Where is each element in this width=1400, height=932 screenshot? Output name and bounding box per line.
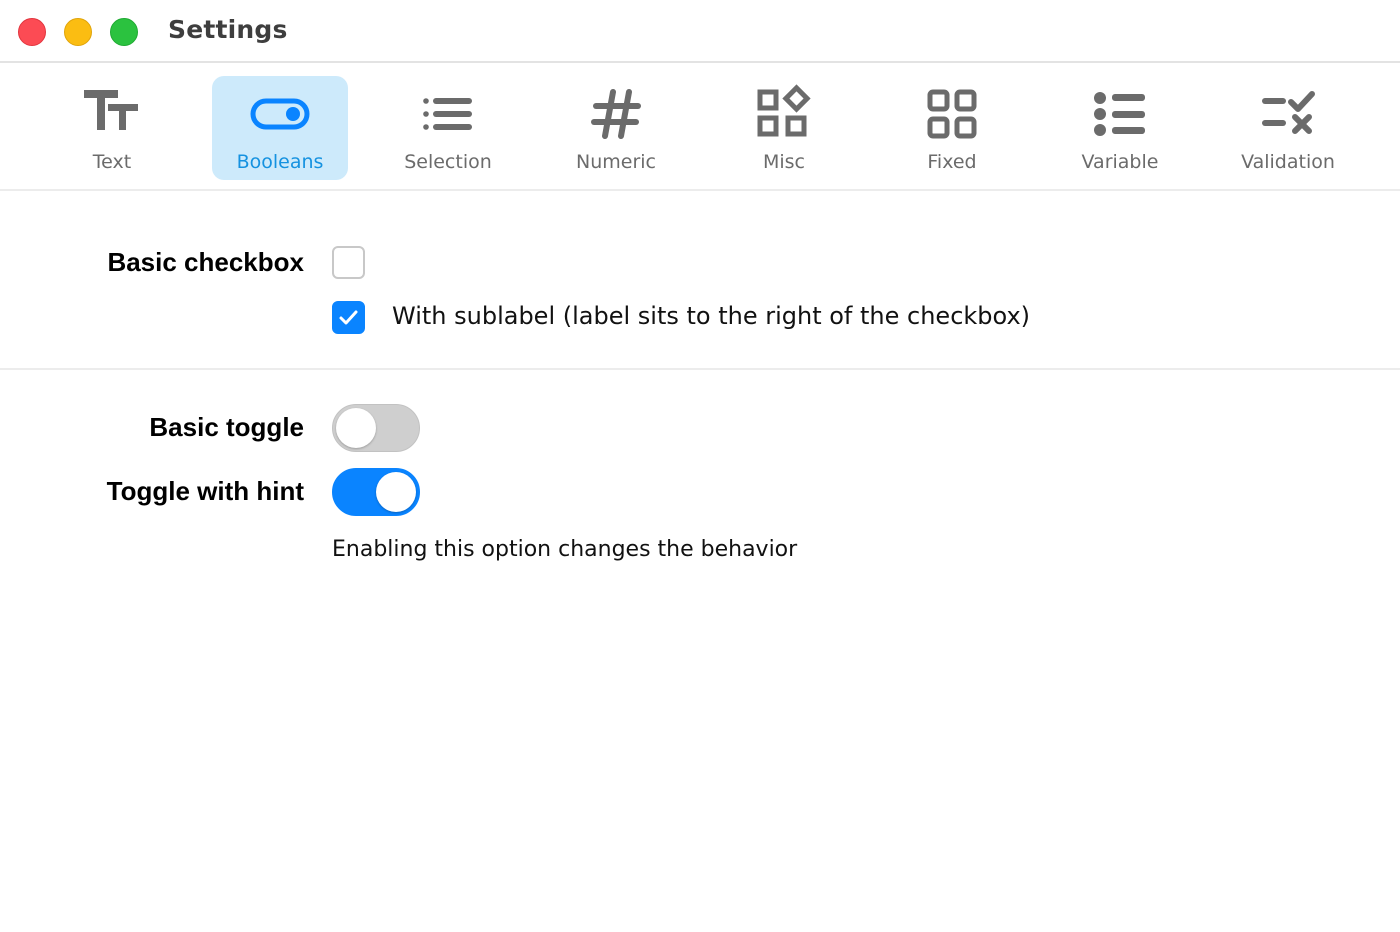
tab-label: Validation [1241,151,1335,173]
tab-fixed[interactable]: Fixed [884,76,1020,180]
basic-toggle-label: Basic toggle [149,412,304,442]
window-title: Settings [168,15,288,44]
bullet-list-icon [1090,84,1150,144]
tab-text[interactable]: Text [44,76,180,180]
validation-icon [1258,84,1318,144]
hint-toggle[interactable] [332,468,420,516]
tab-label: Text [92,151,132,173]
tab-label: Booleans [236,151,324,173]
tab-validation[interactable]: Validation [1220,76,1356,180]
tab-misc[interactable]: Misc [716,76,852,180]
tab-label: Numeric [576,151,656,173]
grid-icon [922,84,982,144]
close-window-button[interactable] [18,18,46,46]
sublabel-checkbox[interactable] [332,301,365,334]
toggle-with-hint-label: Toggle with hint [106,476,304,506]
basic-toggle[interactable] [332,404,420,452]
tab-label: Fixed [927,151,977,173]
title-bar: Settings [0,0,1400,63]
tab-variable[interactable]: Variable [1052,76,1188,180]
toggle-icon [250,84,310,144]
list-icon [418,84,478,144]
toggle-section: Basic toggle Toggle with hint Enabling t… [0,371,1400,601]
checkbox-sublabel[interactable]: With sublabel (label sits to the right o… [392,302,1030,330]
tab-booleans[interactable]: Booleans [212,76,348,180]
toggle-knob [376,472,416,512]
tab-selection[interactable]: Selection [380,76,516,180]
minimize-window-button[interactable] [64,18,92,46]
settings-window: Settings Text Booleans Selection Numeric… [0,0,1400,932]
tab-numeric[interactable]: Numeric [548,76,684,180]
text-size-icon [82,84,142,144]
toggle-hint-text: Enabling this option changes the behavio… [332,537,798,562]
tab-label: Variable [1081,151,1159,173]
maximize-window-button[interactable] [110,18,138,46]
tab-label: Misc [762,151,806,173]
checkmark-icon [339,310,358,325]
basic-checkbox[interactable] [332,246,365,279]
tab-label: Selection [404,151,492,173]
shapes-icon [754,84,814,144]
toggle-knob [336,408,376,448]
checkbox-section: Basic checkbox With sublabel (label sits… [0,192,1400,370]
hash-icon [586,84,646,144]
settings-toolbar: Text Booleans Selection Numeric Misc Fix… [0,64,1400,191]
basic-checkbox-label: Basic checkbox [107,247,304,277]
